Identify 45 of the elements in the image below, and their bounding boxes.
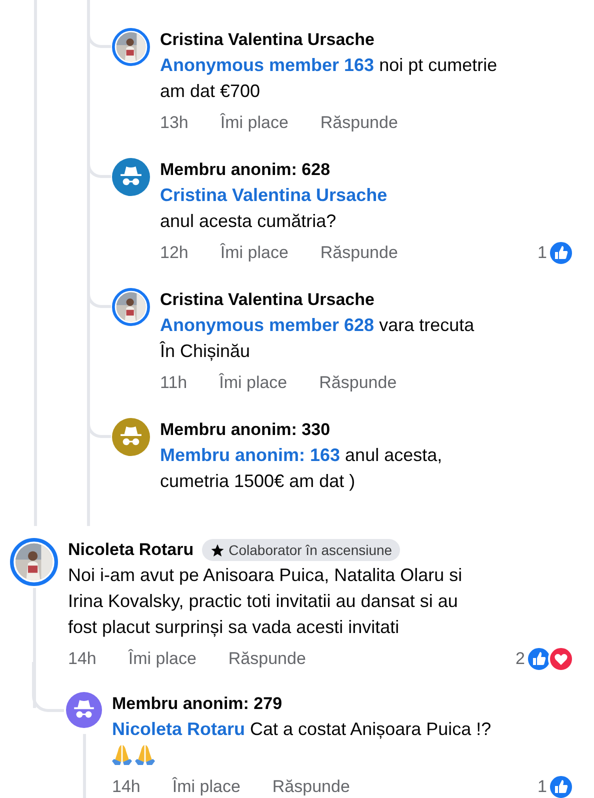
timestamp: 13h <box>160 112 188 134</box>
like-link[interactable]: Îmi place <box>128 646 196 672</box>
like-link[interactable]: Îmi place <box>219 370 288 396</box>
comment-text: Cristina Valentina Ursache anul acesta cumătria? <box>160 184 388 233</box>
author-name[interactable]: Membru anonim: 330 <box>160 417 330 443</box>
comment-text: Anonymous member 163 noi pt cumetrie am dat €700 <box>160 54 498 103</box>
reply-link[interactable]: Răspunde <box>272 774 350 798</box>
star-icon <box>210 542 225 558</box>
comment-text: Noi i-am avut pe Anisoara Puica, Natalita Olaru si Irina Kovalsky, practic toti invitatii au dansat si au fost placut surprinși sa vada acesti invitati <box>68 564 464 639</box>
author-name[interactable]: Membru anonim: 279 <box>112 691 282 717</box>
praying-hands-icon <box>112 745 132 765</box>
incognito-avatar-icon <box>66 692 102 728</box>
comment-text: Anonymous member 628 vara trecuta În Chișinău <box>160 314 476 363</box>
like-icon <box>526 646 552 672</box>
mention-link[interactable]: Nicoleta Rotaru <box>112 719 246 739</box>
timestamp: 11h <box>160 372 188 394</box>
reply-link[interactable]: Răspunde <box>228 646 306 672</box>
author-name[interactable]: Membru anonim: 628 <box>160 157 330 183</box>
reply-link[interactable]: Răspunde <box>320 240 398 266</box>
comment-text: Membru anonim: 163 anul acesta, cumetria 1500€ am dat ) <box>160 444 444 493</box>
like-link[interactable]: Îmi place <box>220 110 288 136</box>
reaction-count: 2 <box>516 648 525 670</box>
author-name[interactable]: Nicoleta Rotaru <box>68 537 194 563</box>
like-link[interactable]: Îmi place <box>172 774 240 798</box>
mention-link[interactable]: Cristina Valentina Ursache <box>160 185 388 205</box>
author-name[interactable]: Cristina Valentina Ursache <box>160 27 374 53</box>
author-name[interactable]: Cristina Valentina Ursache <box>160 287 374 313</box>
incognito-avatar-icon <box>112 158 150 196</box>
timestamp: 12h <box>160 242 188 264</box>
reply-link[interactable]: Răspunde <box>319 370 397 396</box>
like-icon <box>548 240 574 266</box>
mention-link[interactable]: Anonymous member 163 <box>160 55 374 75</box>
praying-hands-icon <box>135 745 155 765</box>
mention-link[interactable]: Membru anonim: 163 <box>160 445 340 465</box>
like-icon <box>548 774 574 798</box>
timestamp: 14h <box>112 776 140 798</box>
reply-link[interactable]: Răspunde <box>320 110 398 136</box>
like-link[interactable]: Îmi place <box>220 240 288 266</box>
reaction-count: 1 <box>538 776 547 798</box>
comment-text: Nicoleta Rotaru Cat a costat Anișoara Puica !? <box>112 718 492 741</box>
reaction-count: 1 <box>538 242 547 264</box>
role-badge: Colaborator în ascensiune <box>202 539 400 561</box>
incognito-avatar-icon <box>112 418 150 456</box>
mention-link[interactable]: Anonymous member 628 <box>160 315 374 335</box>
timestamp: 14h <box>68 648 96 670</box>
